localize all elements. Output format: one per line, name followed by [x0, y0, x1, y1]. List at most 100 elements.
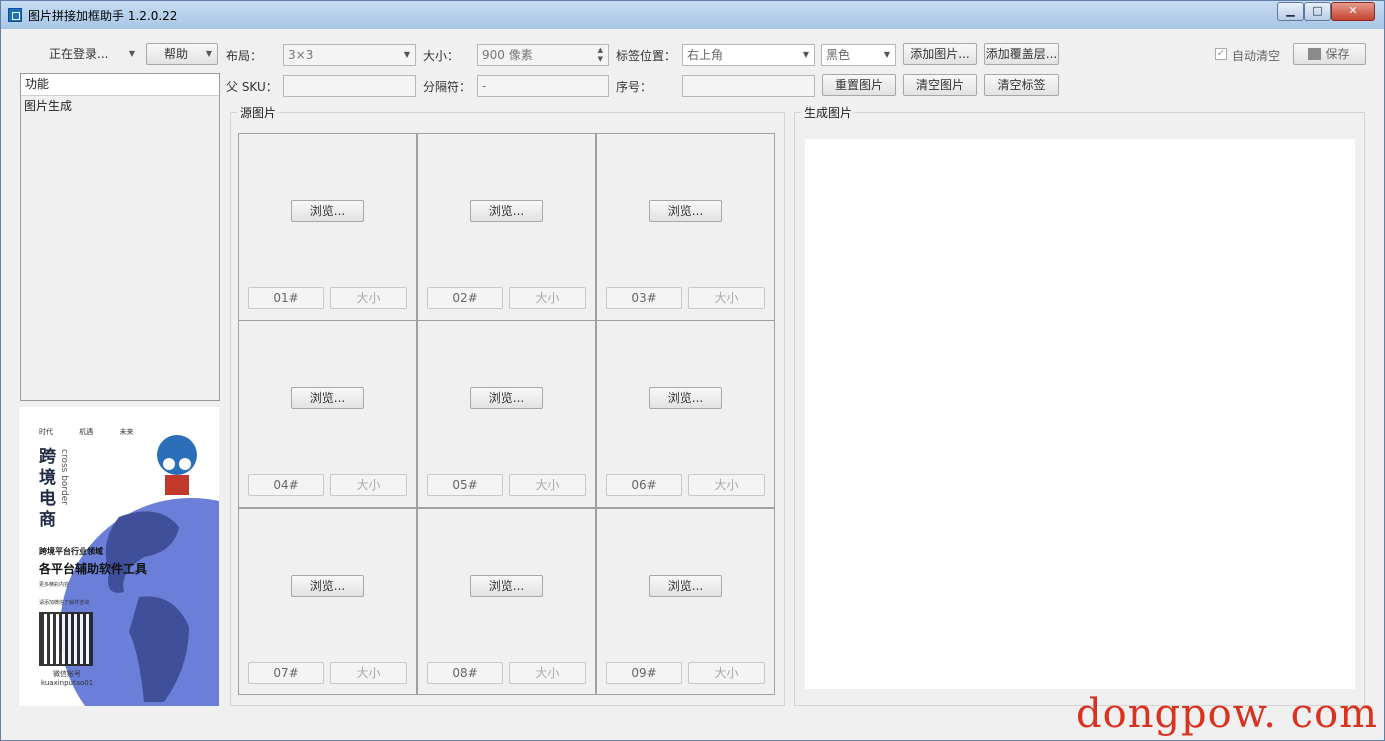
chevron-down-icon: ▼: [883, 50, 890, 59]
app-icon: [8, 8, 22, 22]
auto-clear-checkbox[interactable]: ✓: [1215, 48, 1227, 60]
image-number-field[interactable]: 08#: [427, 662, 503, 684]
function-list: 功能 图片生成: [20, 73, 220, 401]
minimize-button[interactable]: ▁: [1277, 2, 1304, 21]
source-cell: 浏览... 06# 大小: [596, 320, 775, 508]
save-label: 保存: [1325, 47, 1350, 61]
separator-input[interactable]: -: [477, 75, 609, 97]
chevron-down-icon: ▼: [802, 50, 809, 59]
image-size-field[interactable]: 大小: [509, 662, 586, 684]
chevron-down-icon: ▼: [403, 50, 410, 59]
source-images-title: 源图片: [237, 104, 280, 121]
function-list-header: 功能: [21, 74, 219, 96]
add-overlay-button[interactable]: 添加覆盖层...: [984, 43, 1059, 65]
image-number-field[interactable]: 05#: [427, 474, 503, 496]
maximize-button[interactable]: □: [1304, 2, 1331, 21]
tag-position-select[interactable]: 右上角 ▼: [682, 44, 815, 66]
window-title: 图片拼接加框助手 1.2.0.22: [28, 9, 178, 23]
chevron-down-icon: ▼: [128, 49, 135, 58]
promo-line4: 请添加微信了解并咨询: [39, 600, 90, 606]
output-image-canvas: [805, 139, 1355, 689]
parent-sku-input[interactable]: [283, 75, 416, 97]
source-cell: 浏览... 07# 大小: [238, 508, 417, 695]
browse-button[interactable]: 浏览...: [470, 575, 543, 597]
layout-value: 3×3: [288, 48, 314, 62]
output-image-title: 生成图片: [801, 104, 856, 121]
source-cell: 浏览... 04# 大小: [238, 320, 417, 508]
title-bar: 图片拼接加框助手 1.2.0.22 ▁ □ ✕: [1, 1, 1384, 29]
save-button[interactable]: 保存: [1293, 43, 1366, 65]
help-label: 帮助: [164, 47, 189, 61]
promo-top-words: 时代 机遇 未来: [39, 427, 133, 437]
size-label: 大小：: [423, 49, 460, 63]
help-menu-button[interactable]: 帮助 ▼: [146, 43, 218, 65]
image-number-field[interactable]: 06#: [606, 474, 682, 496]
browse-button[interactable]: 浏览...: [291, 575, 364, 597]
image-size-field[interactable]: 大小: [688, 474, 765, 496]
login-status-dropdown[interactable]: 正在登录... ▼: [20, 43, 141, 65]
size-value: 900 像素: [482, 48, 533, 62]
source-cell: 浏览... 03# 大小: [596, 133, 775, 321]
sequence-input[interactable]: [682, 75, 815, 97]
browse-button[interactable]: 浏览...: [291, 387, 364, 409]
reset-images-button[interactable]: 重置图片: [822, 74, 896, 96]
login-status-text: 正在登录...: [49, 47, 109, 61]
image-number-field[interactable]: 03#: [606, 287, 682, 309]
clear-images-button[interactable]: 清空图片: [903, 74, 977, 96]
sidebar-item-image-generate[interactable]: 图片生成: [21, 96, 219, 116]
layout-label: 布局：: [226, 49, 263, 63]
promo-word-3: 未来: [119, 428, 134, 436]
tag-color-value: 黑色: [826, 48, 851, 62]
app-window: 图片拼接加框助手 1.2.0.22 ▁ □ ✕ 正在登录... ▼ 帮助 ▼ 布…: [0, 0, 1385, 741]
browse-button[interactable]: 浏览...: [470, 387, 543, 409]
image-number-field[interactable]: 01#: [248, 287, 324, 309]
auto-clear-label: 自动清空: [1232, 49, 1281, 63]
source-cell: 浏览... 09# 大小: [596, 508, 775, 695]
browse-button[interactable]: 浏览...: [470, 200, 543, 222]
separator-label: 分隔符：: [423, 80, 472, 94]
source-cell: 浏览... 05# 大小: [417, 320, 596, 508]
browse-button[interactable]: 浏览...: [649, 575, 722, 597]
promo-word-2: 机遇: [79, 428, 94, 436]
image-size-field[interactable]: 大小: [330, 662, 407, 684]
image-number-field[interactable]: 07#: [248, 662, 324, 684]
promo-vertical-title: 跨境电商: [39, 447, 56, 530]
sequence-label: 序号：: [616, 80, 653, 94]
tag-position-value: 右上角: [687, 48, 724, 62]
promo-wechat-id: kuaxinputao01: [41, 679, 94, 687]
close-button[interactable]: ✕: [1331, 2, 1375, 21]
image-size-field[interactable]: 大小: [509, 474, 586, 496]
chevron-down-icon: ▼: [205, 49, 212, 58]
image-size-field[interactable]: 大小: [330, 474, 407, 496]
spinner-arrows-icon: ▲ ▼: [597, 46, 603, 63]
clear-tags-button[interactable]: 清空标签: [984, 74, 1059, 96]
promo-word-1: 时代: [39, 428, 53, 436]
image-number-field[interactable]: 04#: [248, 474, 324, 496]
floppy-disk-icon: [1308, 48, 1321, 60]
image-number-field[interactable]: 09#: [606, 662, 682, 684]
promo-line1: 跨境平台行业领域: [39, 547, 103, 556]
image-size-field[interactable]: 大小: [330, 287, 407, 309]
watermark-text: dongpow. com: [1076, 691, 1379, 737]
source-cell: 浏览... 02# 大小: [417, 133, 596, 321]
promo-line3: 更多精彩内容: [39, 582, 70, 588]
layout-select[interactable]: 3×3 ▼: [283, 44, 416, 66]
browse-button[interactable]: 浏览...: [649, 200, 722, 222]
source-cell: 浏览... 01# 大小: [238, 133, 417, 321]
size-spinner[interactable]: 900 像素 ▲ ▼: [477, 44, 609, 66]
promo-vertical-en: cross border: [59, 449, 69, 505]
image-size-field[interactable]: 大小: [509, 287, 586, 309]
source-cell: 浏览... 08# 大小: [417, 508, 596, 695]
promo-banner: 时代 机遇 未来 跨境电商 cross border 跨境平台行业领域 各平台辅…: [19, 407, 219, 706]
tag-color-select[interactable]: 黑色 ▼: [821, 44, 896, 66]
qr-code-image: [39, 612, 93, 666]
tag-position-label: 标签位置：: [616, 49, 677, 63]
promo-line2: 各平台辅助软件工具: [39, 562, 148, 576]
image-size-field[interactable]: 大小: [688, 287, 765, 309]
image-size-field[interactable]: 大小: [688, 662, 765, 684]
add-image-button[interactable]: 添加图片...: [903, 43, 977, 65]
browse-button[interactable]: 浏览...: [649, 387, 722, 409]
browse-button[interactable]: 浏览...: [291, 200, 364, 222]
parent-sku-label: 父 SKU：: [226, 80, 278, 94]
image-number-field[interactable]: 02#: [427, 287, 503, 309]
